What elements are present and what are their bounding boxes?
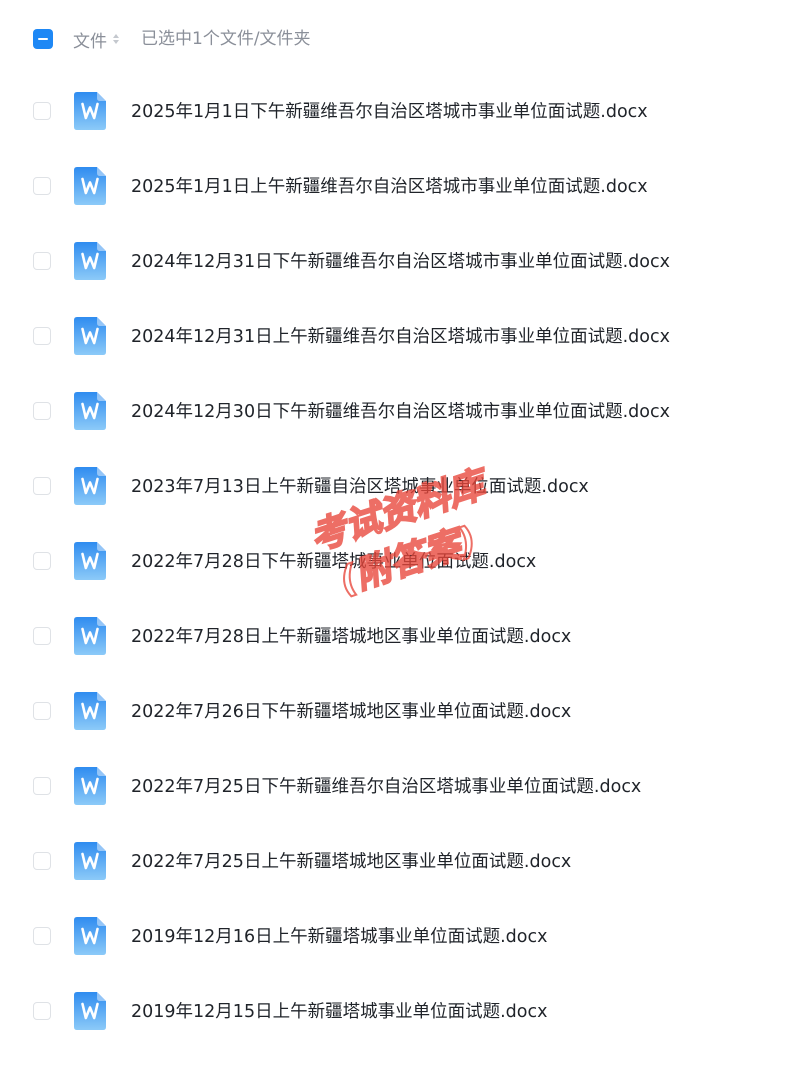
file-select-checkbox[interactable] [33,477,51,495]
file-list: 2025年1月1日下午新疆维吾尔自治区塔城市事业单位面试题.docx 2025年1… [0,75,800,1050]
file-select-checkbox[interactable] [33,1002,51,1020]
file-name[interactable]: 2022年7月25日下午新疆维吾尔自治区塔城事业单位面试题.docx [131,775,641,799]
word-doc-icon [74,392,106,430]
file-name[interactable]: 2025年1月1日下午新疆维吾尔自治区塔城市事业单位面试题.docx [131,100,648,124]
file-row[interactable]: 2022年7月25日下午新疆维吾尔自治区塔城事业单位面试题.docx [0,750,800,825]
file-name[interactable]: 2022年7月26日下午新疆塔城地区事业单位面试题.docx [131,700,571,724]
column-header-name[interactable]: 文件 [73,28,119,52]
indeterminate-dash-icon [38,38,48,40]
file-name[interactable]: 2023年7月13日上午新疆自治区塔城事业单位面试题.docx [131,475,589,499]
file-select-checkbox[interactable] [33,927,51,945]
word-doc-icon [74,767,106,805]
file-name[interactable]: 2024年12月30日下午新疆维吾尔自治区塔城市事业单位面试题.docx [131,400,670,424]
file-row[interactable]: 2023年7月13日上午新疆自治区塔城事业单位面试题.docx [0,450,800,525]
file-select-checkbox[interactable] [33,327,51,345]
select-all-checkbox[interactable] [33,29,53,49]
file-row[interactable]: 2025年1月1日下午新疆维吾尔自治区塔城市事业单位面试题.docx [0,75,800,150]
file-name[interactable]: 2019年12月15日上午新疆塔城事业单位面试题.docx [131,1000,547,1024]
file-select-checkbox[interactable] [33,627,51,645]
file-row[interactable]: 2022年7月26日下午新疆塔城地区事业单位面试题.docx [0,675,800,750]
sort-icon[interactable] [113,34,119,44]
word-doc-icon [74,92,106,130]
file-name[interactable]: 2019年12月16日上午新疆塔城事业单位面试题.docx [131,925,547,949]
file-name[interactable]: 2022年7月28日上午新疆塔城地区事业单位面试题.docx [131,625,571,649]
file-row[interactable]: 2022年7月28日上午新疆塔城地区事业单位面试题.docx [0,600,800,675]
word-doc-icon [74,317,106,355]
file-row[interactable]: 2024年12月31日上午新疆维吾尔自治区塔城市事业单位面试题.docx [0,300,800,375]
file-row[interactable]: 2022年7月28日下午新疆塔城事业单位面试题.docx [0,525,800,600]
word-doc-icon [74,992,106,1030]
file-row[interactable]: 2019年12月16日上午新疆塔城事业单位面试题.docx [0,900,800,975]
word-doc-icon [74,617,106,655]
file-name[interactable]: 2022年7月28日下午新疆塔城事业单位面试题.docx [131,550,536,574]
column-header-label: 文件 [73,31,107,52]
file-row[interactable]: 2019年12月15日上午新疆塔城事业单位面试题.docx [0,975,800,1050]
file-name[interactable]: 2022年7月25日上午新疆塔城地区事业单位面试题.docx [131,850,571,874]
file-name[interactable]: 2025年1月1日上午新疆维吾尔自治区塔城市事业单位面试题.docx [131,175,648,199]
selection-count-text: 已选中1个文件/文件夹 [141,29,311,49]
file-select-checkbox[interactable] [33,177,51,195]
word-doc-icon [74,542,106,580]
file-list-header: 文件 已选中1个文件/文件夹 [0,0,800,78]
word-doc-icon [74,842,106,880]
file-select-checkbox[interactable] [33,777,51,795]
file-row[interactable]: 2024年12月30日下午新疆维吾尔自治区塔城市事业单位面试题.docx [0,375,800,450]
word-doc-icon [74,917,106,955]
word-doc-icon [74,242,106,280]
file-row[interactable]: 2024年12月31日下午新疆维吾尔自治区塔城市事业单位面试题.docx [0,225,800,300]
file-select-checkbox[interactable] [33,402,51,420]
file-select-checkbox[interactable] [33,252,51,270]
file-select-checkbox[interactable] [33,102,51,120]
file-name[interactable]: 2024年12月31日下午新疆维吾尔自治区塔城市事业单位面试题.docx [131,250,670,274]
word-doc-icon [74,692,106,730]
word-doc-icon [74,167,106,205]
file-select-checkbox[interactable] [33,702,51,720]
file-row[interactable]: 2022年7月25日上午新疆塔城地区事业单位面试题.docx [0,825,800,900]
file-select-checkbox[interactable] [33,852,51,870]
file-name[interactable]: 2024年12月31日上午新疆维吾尔自治区塔城市事业单位面试题.docx [131,325,670,349]
file-select-checkbox[interactable] [33,552,51,570]
word-doc-icon [74,467,106,505]
file-row[interactable]: 2025年1月1日上午新疆维吾尔自治区塔城市事业单位面试题.docx [0,150,800,225]
